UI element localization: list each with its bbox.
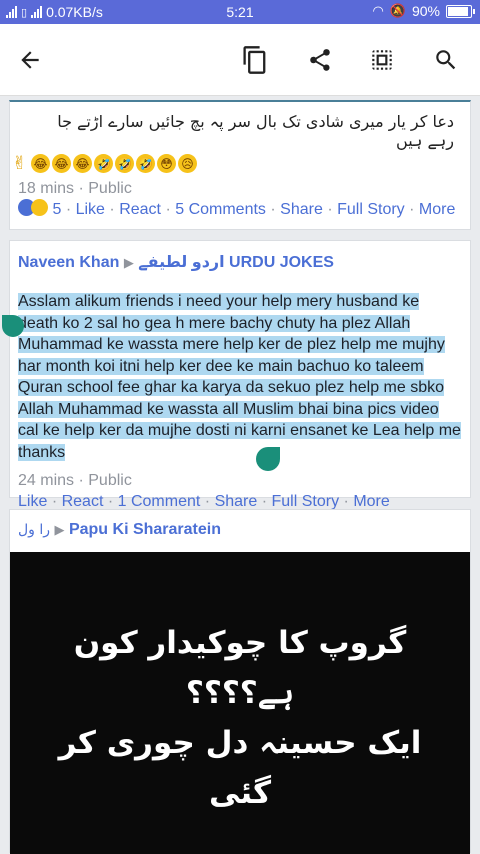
post-header: Naveen Khan ▶ اردو لطیفے URDU JOKES bbox=[10, 241, 470, 273]
battery-percent: 90% bbox=[411, 3, 440, 19]
search-button[interactable] bbox=[428, 42, 464, 78]
post-meta: 18 mins · Public bbox=[18, 180, 132, 197]
post-actions: 5 · Like · React · 5 Comments · Share · … bbox=[10, 199, 470, 220]
share-link[interactable]: Share bbox=[280, 201, 323, 218]
copy-button[interactable] bbox=[237, 42, 273, 78]
post-text: Asslam alikum friends i need your help m… bbox=[18, 293, 461, 461]
selection-start-handle[interactable] bbox=[2, 315, 24, 337]
image-line: گئی bbox=[208, 775, 272, 811]
full-story-link[interactable]: Full Story bbox=[337, 201, 405, 218]
arrow-right-icon: ▶ bbox=[54, 522, 65, 537]
author-link[interactable]: را ول bbox=[18, 522, 50, 538]
status-bar: ▯ 0.07KB/s 5:21 ◠ 🔕 90% bbox=[0, 0, 480, 24]
image-line: گروپ کا چوکیدار کون bbox=[73, 625, 407, 661]
post-card-1: دعا کر یار میری شادی تک بال سر پہ بچ جائ… bbox=[9, 100, 471, 230]
emoji-row: 😥 😳 🤣 🤣 🤣 😂 😂 😂 ✌ bbox=[10, 150, 470, 173]
select-all-icon bbox=[372, 50, 392, 70]
battery-icon bbox=[446, 4, 475, 18]
reactions-count[interactable]: 5 bbox=[52, 201, 61, 218]
mute-icon: 🔕 bbox=[389, 3, 406, 18]
author-link[interactable]: Naveen Khan bbox=[18, 254, 119, 271]
emoji-icon: 🤣 bbox=[115, 154, 134, 173]
image-line: ایک حسینہ دل چوری کر bbox=[58, 725, 422, 761]
arrow-left-icon bbox=[21, 51, 39, 69]
share-icon bbox=[310, 49, 330, 71]
emoji-icon: 😂 bbox=[73, 154, 92, 173]
comments-link[interactable]: 1 Comment bbox=[118, 493, 201, 510]
react-link[interactable]: React bbox=[62, 493, 104, 510]
emoji-icon: 😂 bbox=[52, 154, 71, 173]
emoji-icon: 🤣 bbox=[136, 154, 155, 173]
full-story-link[interactable]: Full Story bbox=[272, 493, 340, 510]
emoji-icon: 😳 bbox=[157, 154, 176, 173]
headset-icon: ◠ bbox=[372, 3, 384, 18]
emoji-icon: 😂 bbox=[31, 154, 50, 173]
post-card-2: Naveen Khan ▶ اردو لطیفے URDU JOKES Assl… bbox=[2, 240, 471, 510]
like-link[interactable]: Like bbox=[18, 493, 47, 510]
post-image[interactable]: گروپ کا چوکیدار کون ہے؟؟؟؟ ایک حسینہ دل … bbox=[10, 552, 470, 854]
back-button[interactable] bbox=[12, 42, 48, 78]
post-meta: 24 mins · Public bbox=[18, 472, 132, 489]
emoji-icon: 😥 bbox=[178, 154, 197, 173]
haha-reaction-icon bbox=[31, 199, 48, 216]
selection-end-handle[interactable] bbox=[256, 447, 280, 471]
more-link[interactable]: More bbox=[419, 201, 455, 218]
group-link[interactable]: Papu Ki Shararatein bbox=[69, 521, 221, 538]
image-line: ہے؟؟؟؟ bbox=[185, 675, 295, 711]
share-link[interactable]: Share bbox=[215, 493, 258, 510]
like-link[interactable]: Like bbox=[76, 201, 105, 218]
react-link[interactable]: React bbox=[119, 201, 161, 218]
toolbar bbox=[0, 24, 480, 96]
search-icon bbox=[436, 50, 456, 70]
copy-icon bbox=[243, 46, 266, 74]
arrow-right-icon: ▶ bbox=[123, 255, 134, 270]
emoji-icon: 🤣 bbox=[94, 154, 113, 173]
more-link[interactable]: More bbox=[353, 493, 389, 510]
group-link[interactable]: اردو لطیفے URDU JOKES bbox=[138, 254, 334, 271]
post-body: Asslam alikum friends i need your help m… bbox=[10, 291, 470, 463]
post-text: دعا کر یار میری شادی تک بال سر پہ بچ جائ… bbox=[57, 112, 454, 150]
status-right: ◠ 🔕 90% bbox=[372, 3, 475, 19]
select-all-button[interactable] bbox=[364, 42, 400, 78]
share-button[interactable] bbox=[302, 42, 338, 78]
post-card-3: را ول ▶ Papu Ki Shararatein گروپ کا چوکی… bbox=[9, 509, 471, 854]
emoji-icon: ✌ bbox=[11, 153, 28, 173]
post-header: را ول ▶ Papu Ki Shararatein bbox=[10, 510, 470, 540]
comments-link[interactable]: 5 Comments bbox=[175, 201, 266, 218]
